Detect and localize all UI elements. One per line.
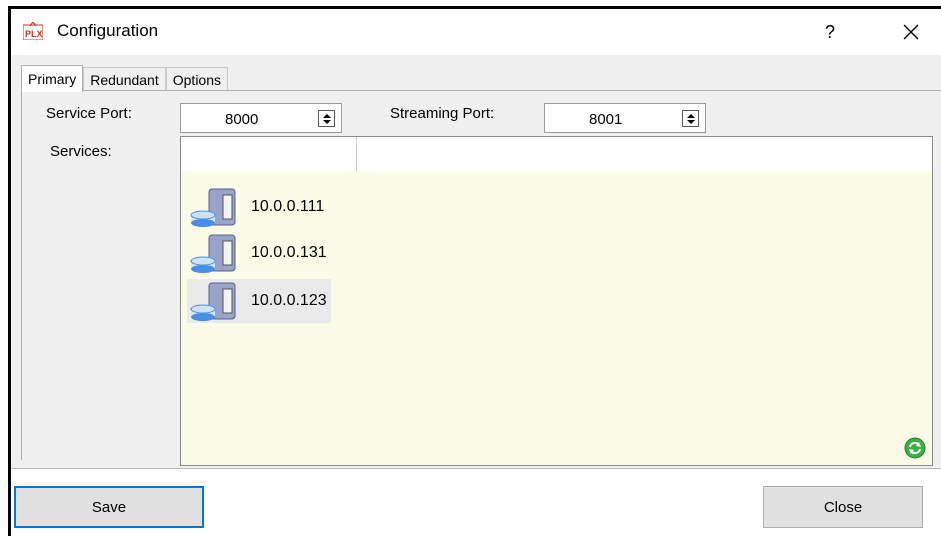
help-button[interactable]: ? <box>815 17 845 47</box>
tab-primary[interactable]: Primary <box>21 65 84 92</box>
list-header <box>181 137 932 171</box>
streaming-port-stepper[interactable] <box>682 110 699 127</box>
tab-strip: Primary Redundant Options <box>21 65 228 92</box>
service-port-value: 8000 <box>225 111 259 128</box>
server-database-icon <box>190 188 236 227</box>
service-item-selected[interactable]: 10.0.0.123 <box>187 279 331 323</box>
streaming-port-value: 8001 <box>589 111 623 128</box>
service-item[interactable]: 10.0.0.111 <box>187 185 328 229</box>
dialog-body: Primary Redundant Options Service Port: … <box>11 55 941 469</box>
column-divider[interactable] <box>356 137 357 171</box>
up-arrow-icon <box>322 113 331 118</box>
configuration-window: PLX Configuration ? Primary Redundant Op… <box>8 6 941 536</box>
down-arrow-icon <box>322 119 331 124</box>
service-address: 10.0.0.123 <box>251 292 327 309</box>
up-arrow-icon <box>686 113 695 118</box>
title-bar: PLX Configuration ? <box>11 9 941 55</box>
service-address: 10.0.0.111 <box>251 198 325 215</box>
save-button[interactable]: Save <box>14 486 204 528</box>
service-item[interactable]: 10.0.0.131 <box>187 231 331 275</box>
streaming-port-label: Streaming Port: <box>390 105 495 122</box>
close-window-button[interactable] <box>891 17 931 47</box>
service-port-label: Service Port: <box>46 105 132 122</box>
window-title: Configuration <box>57 21 159 40</box>
server-database-icon <box>190 282 236 321</box>
service-port-stepper[interactable] <box>318 110 335 127</box>
services-label: Services: <box>50 143 112 160</box>
close-button[interactable]: Close <box>763 486 923 528</box>
primary-tab-panel: Service Port: 8000 Streaming Port: 8001 … <box>21 90 941 466</box>
tab-options[interactable]: Options <box>165 67 228 92</box>
svg-text:PLX: PLX <box>25 29 43 39</box>
service-address: 10.0.0.131 <box>251 244 327 261</box>
refresh-icon[interactable] <box>904 437 926 459</box>
streaming-port-spinner[interactable]: 8001 <box>544 103 706 133</box>
service-port-spinner[interactable]: 8000 <box>180 103 342 133</box>
down-arrow-icon <box>686 119 695 124</box>
tab-redundant[interactable]: Redundant <box>83 67 166 92</box>
app-icon: PLX <box>23 22 43 40</box>
services-list[interactable]: 10.0.0.111 10.0.0.131 10.0.0.123 <box>180 136 933 466</box>
server-database-icon <box>190 234 236 273</box>
close-icon <box>903 24 919 40</box>
